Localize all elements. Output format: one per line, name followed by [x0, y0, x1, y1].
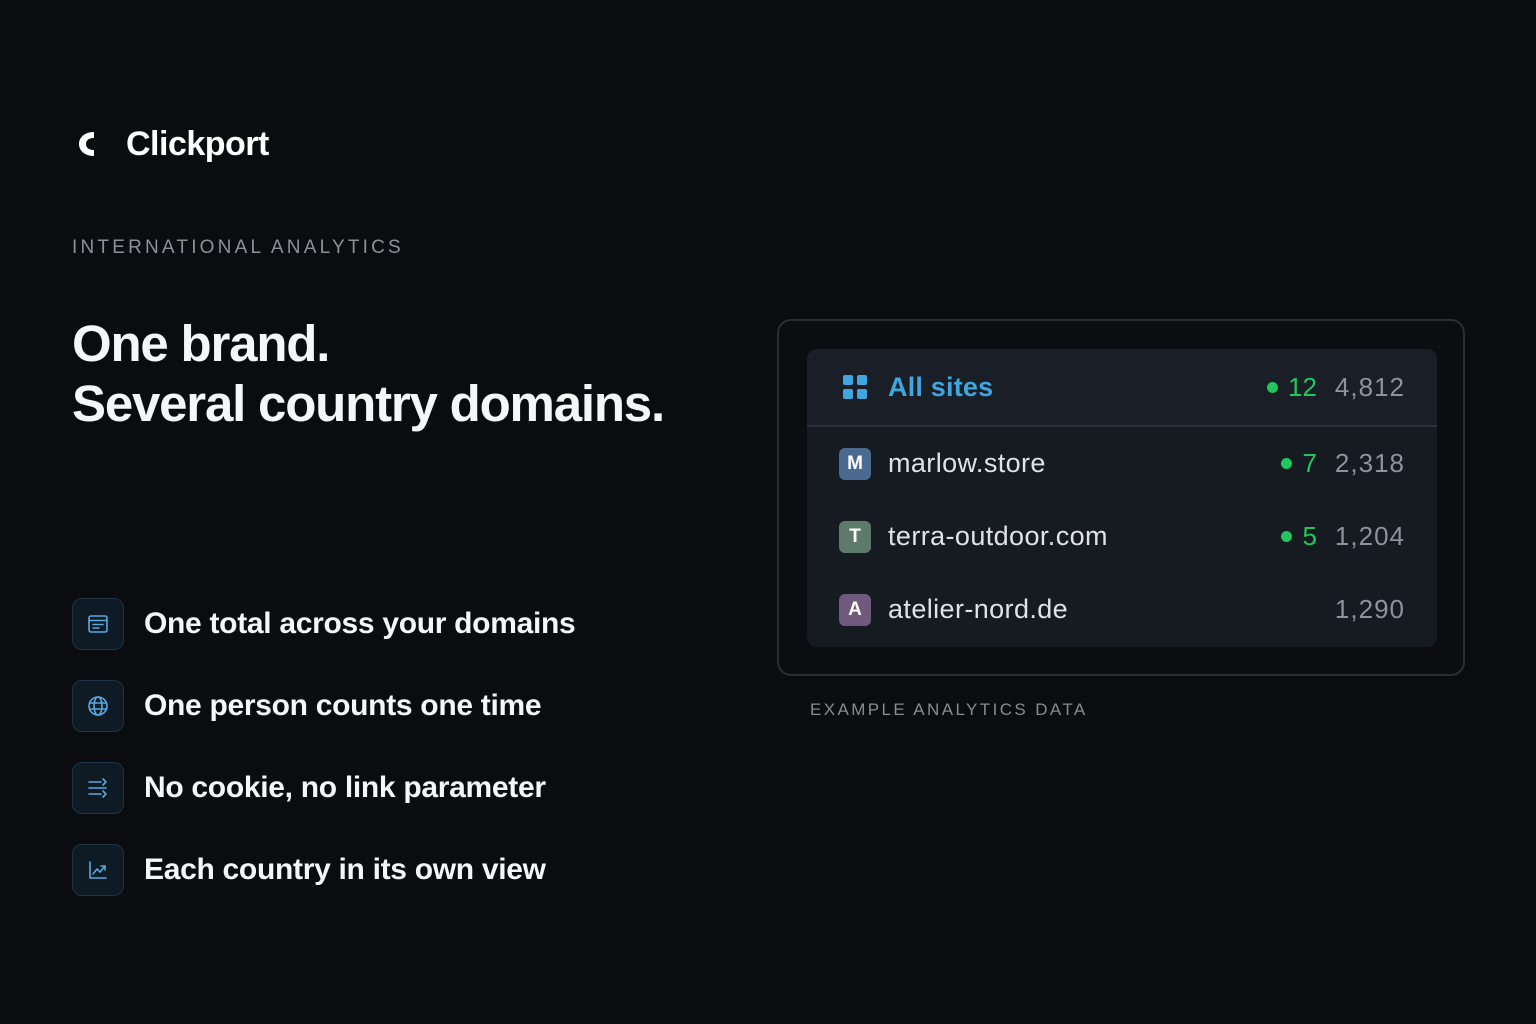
visitor-total: 4,812 — [1334, 371, 1405, 402]
card-caption: EXAMPLE ANALYTICS DATA — [810, 700, 1088, 719]
brand-name: Clickport — [126, 124, 269, 163]
feature-label: One person counts one time — [144, 689, 542, 722]
arrows-transfer-icon — [72, 762, 124, 814]
brand[interactable]: Clickport — [74, 124, 269, 164]
visitor-total: 1,204 — [1334, 521, 1405, 551]
analytics-card: All sites 12 4,812 M marlow.store 7 2,31… — [777, 319, 1465, 676]
live-visitors: 7 — [1281, 448, 1317, 479]
site-avatar: A — [839, 593, 871, 626]
feature-label: No cookie, no link parameter — [144, 771, 546, 804]
feature-item: Each country in its own view — [72, 844, 575, 896]
feature-item: One total across your domains — [72, 598, 576, 650]
live-dot-icon — [1281, 531, 1293, 542]
site-name: terra-outdoor.com — [888, 521, 1108, 551]
site-name: atelier-nord.de — [888, 594, 1069, 624]
feature-label: One total across your domains — [144, 607, 576, 640]
feature-item: One person counts one time — [72, 680, 575, 732]
site-row-atelier[interactable]: A atelier-nord.de 1,290 — [807, 573, 1437, 646]
headline-line-2: Several country domains. — [72, 375, 665, 432]
site-avatar: T — [839, 520, 871, 553]
live-count: 7 — [1302, 448, 1317, 478]
site-stats: 5 1,204 — [1281, 500, 1405, 573]
all-sites-stats: 12 4,812 — [1267, 349, 1405, 425]
headline-line-1: One brand. — [72, 315, 330, 372]
all-sites-row[interactable]: All sites 12 4,812 — [807, 349, 1437, 427]
feature-list: One total across your domains One person… — [72, 598, 576, 926]
grid-icon — [839, 371, 871, 403]
site-name: marlow.store — [888, 448, 1046, 478]
site-stats: 1,290 — [1335, 573, 1405, 646]
live-visitors: 5 — [1281, 521, 1317, 552]
site-row-marlow[interactable]: M marlow.store 7 2,318 — [807, 427, 1437, 500]
feature-label: Each country in its own view — [144, 853, 546, 886]
feature-item: No cookie, no link parameter — [72, 762, 575, 814]
visitor-total: 2,318 — [1334, 448, 1405, 478]
live-dot-icon — [1281, 458, 1293, 469]
site-list: All sites 12 4,812 M marlow.store 7 2,31… — [807, 349, 1437, 647]
site-avatar: M — [839, 447, 871, 480]
site-stats: 7 2,318 — [1281, 427, 1405, 500]
all-sites-label: All sites — [888, 371, 994, 402]
eyebrow-label: INTERNATIONAL ANALYTICS — [72, 237, 404, 258]
logo-c-icon — [74, 124, 106, 164]
live-count: 12 — [1288, 371, 1317, 402]
globe-icon — [72, 680, 124, 732]
page: Clickport INTERNATIONAL ANALYTICS One br… — [0, 0, 1536, 1024]
visitor-total: 1,290 — [1334, 594, 1405, 624]
site-row-terra[interactable]: T terra-outdoor.com 5 1,204 — [807, 500, 1437, 573]
headline: One brand. Several country domains. — [72, 314, 665, 434]
trend-chart-icon — [72, 844, 124, 896]
live-count: 5 — [1302, 521, 1317, 551]
layout-list-icon — [72, 598, 124, 650]
live-visitors: 12 — [1267, 372, 1317, 403]
live-dot-icon — [1267, 381, 1278, 393]
